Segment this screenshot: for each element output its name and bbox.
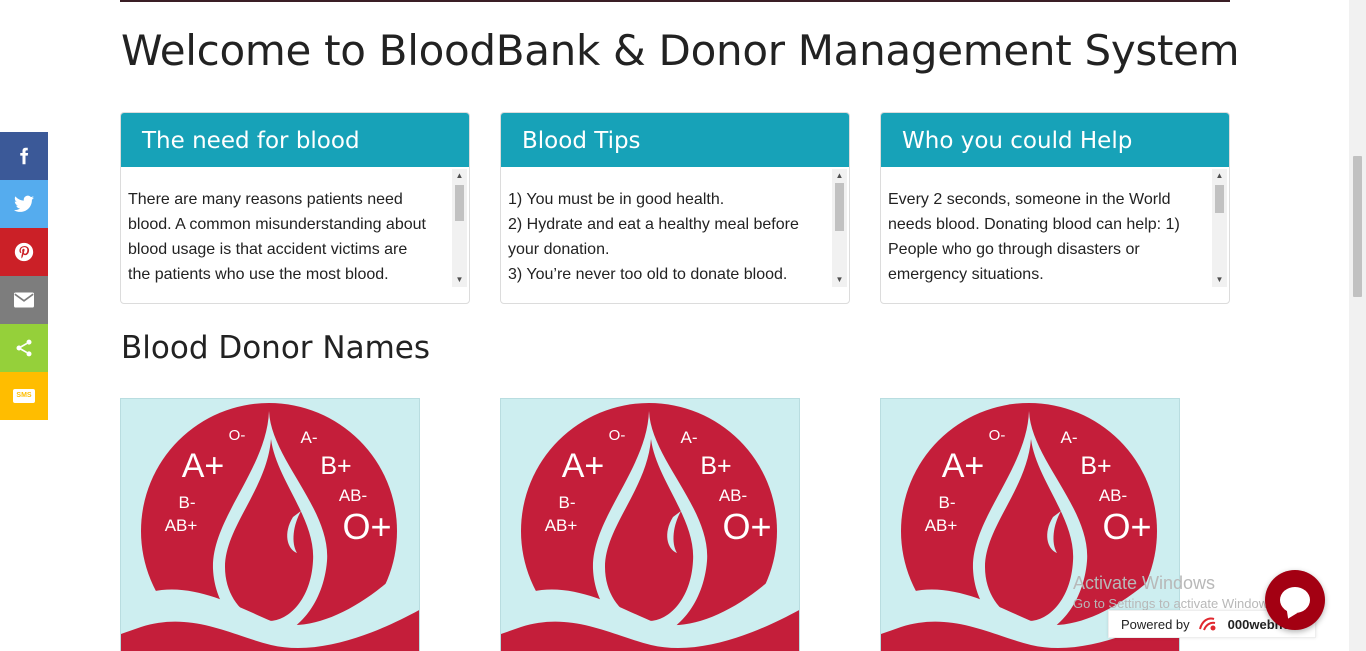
card-text-line: Every 2 seconds, someone in the World xyxy=(888,191,1171,208)
blood-type-label: O- xyxy=(229,427,246,444)
facebook-share-button[interactable] xyxy=(0,132,48,180)
scroll-down-arrow-icon[interactable]: ▼ xyxy=(832,273,847,287)
card-heading: Who you could Help xyxy=(881,113,1229,167)
card-body: 1) You must be in good health. 2) Hydrat… xyxy=(501,169,849,291)
scroll-down-arrow-icon[interactable]: ▼ xyxy=(1212,273,1227,287)
blood-type-label: B- xyxy=(179,493,196,512)
watermark-line-2: Go to Settings to activate Windows. xyxy=(1073,596,1279,611)
blood-type-label: AB- xyxy=(719,486,747,505)
blood-drop-logo-icon: A+O- A-B+ B- AB- AB+ O+ xyxy=(121,403,419,651)
000webhost-logo-icon xyxy=(1198,617,1216,631)
blood-type-label: A- xyxy=(301,428,318,447)
scroll-down-arrow-icon[interactable]: ▼ xyxy=(452,273,467,287)
section-title-donor-names: Blood Donor Names xyxy=(121,330,431,366)
card-text-line: People who go through disasters or xyxy=(888,241,1140,258)
blood-type-label: A+ xyxy=(182,447,225,485)
card-scrollbar[interactable]: ▲ ▼ xyxy=(452,169,467,287)
blood-type-label: B- xyxy=(559,493,576,512)
blood-type-label: AB+ xyxy=(545,516,578,535)
card-text: Every 2 seconds, someone in the World ne… xyxy=(888,187,1208,287)
blood-type-label: O+ xyxy=(1102,506,1151,547)
card-scrollbar[interactable]: ▲ ▼ xyxy=(1212,169,1227,287)
pinterest-share-button[interactable] xyxy=(0,228,48,276)
card-text-line: needs blood. Donating blood can help: 1) xyxy=(888,216,1180,233)
blood-type-label: A- xyxy=(1061,428,1078,447)
donor-image[interactable]: A+ O- A- B+ B- AB- AB+ O+ xyxy=(120,398,420,651)
page-scrollbar[interactable] xyxy=(1349,0,1366,651)
email-icon xyxy=(14,292,34,308)
page-title: Welcome to BloodBank & Donor Management … xyxy=(121,26,1240,75)
sms-icon: SMS xyxy=(13,389,35,403)
scrollbar-thumb[interactable] xyxy=(1215,185,1224,213)
blood-type-label: A+ xyxy=(562,447,605,485)
twitter-share-button[interactable] xyxy=(0,180,48,228)
scroll-up-arrow-icon[interactable]: ▲ xyxy=(452,169,467,183)
blood-type-label: B+ xyxy=(320,452,351,480)
card-text-line: the patients who use the most blood. xyxy=(128,266,389,283)
scrollbar-thumb[interactable] xyxy=(455,185,464,221)
blood-type-label: O- xyxy=(989,427,1006,444)
blood-type-label: B+ xyxy=(1080,452,1111,480)
chat-button[interactable] xyxy=(1265,570,1325,630)
card-text-line: your donation. xyxy=(508,241,610,258)
donor-image[interactable]: A+ O- A- B+ B- AB- AB+ O+ xyxy=(500,398,800,651)
blood-type-label: B+ xyxy=(700,452,731,480)
info-card-need-for-blood: The need for blood There are many reason… xyxy=(120,112,470,304)
blood-type-label: AB+ xyxy=(165,516,198,535)
card-text-line: blood usage is that accident victims are xyxy=(128,241,408,258)
scrollbar-thumb[interactable] xyxy=(835,183,844,231)
powered-by-label: Powered by xyxy=(1121,616,1190,632)
page-scrollbar-thumb[interactable] xyxy=(1353,156,1362,297)
blood-type-label: AB- xyxy=(339,486,367,505)
card-scrollbar[interactable]: ▲ ▼ xyxy=(832,169,847,287)
social-share-bar: SMS xyxy=(0,132,48,420)
facebook-icon xyxy=(20,147,29,165)
windows-activation-watermark: Activate Windows Go to Settings to activ… xyxy=(1073,573,1278,611)
scroll-up-arrow-icon[interactable]: ▲ xyxy=(1212,169,1227,183)
card-text-line: emergency situations. xyxy=(888,266,1044,283)
info-card-who-you-could-help: Who you could Help Every 2 seconds, some… xyxy=(880,112,1230,304)
chat-bubble-icon xyxy=(1280,587,1310,613)
blood-type-label: AB- xyxy=(1099,486,1127,505)
blood-type-label: O+ xyxy=(342,506,391,547)
blood-type-label: A- xyxy=(681,428,698,447)
card-text: 1) You must be in good health. 2) Hydrat… xyxy=(508,187,828,287)
watermark-line-1: Activate Windows xyxy=(1073,573,1216,593)
card-text: There are many reasons patients need blo… xyxy=(128,187,448,287)
card-text-line: There are many reasons patients need xyxy=(128,191,403,208)
share-icon xyxy=(16,339,32,357)
sms-share-button[interactable]: SMS xyxy=(0,372,48,420)
blood-drop-logo-icon: A+O- A-B+ B- AB- AB+ O+ xyxy=(501,403,799,651)
pinterest-icon xyxy=(14,242,34,262)
card-text-line: 1) You must be in good health. xyxy=(508,191,725,208)
card-body: There are many reasons patients need blo… xyxy=(121,169,469,291)
top-divider xyxy=(120,0,1230,2)
card-text-line: 2) Hydrate and eat a healthy meal before xyxy=(508,216,799,233)
blood-type-label: O+ xyxy=(722,506,771,547)
info-card-blood-tips: Blood Tips 1) You must be in good health… xyxy=(500,112,850,304)
card-body: Every 2 seconds, someone in the World ne… xyxy=(881,169,1229,291)
card-heading: Blood Tips xyxy=(501,113,849,167)
card-text-line: blood. A common misunderstanding about xyxy=(128,216,426,233)
twitter-icon xyxy=(14,195,34,212)
blood-type-label: AB+ xyxy=(925,516,958,535)
generic-share-button[interactable] xyxy=(0,324,48,372)
scroll-up-arrow-icon[interactable]: ▲ xyxy=(832,169,847,183)
blood-type-label: O- xyxy=(609,427,626,444)
card-text-line: 3) You’re never too old to donate blood. xyxy=(508,266,788,283)
email-share-button[interactable] xyxy=(0,276,48,324)
blood-type-label: A+ xyxy=(942,447,985,485)
card-heading: The need for blood xyxy=(121,113,469,167)
blood-type-label: B- xyxy=(939,493,956,512)
